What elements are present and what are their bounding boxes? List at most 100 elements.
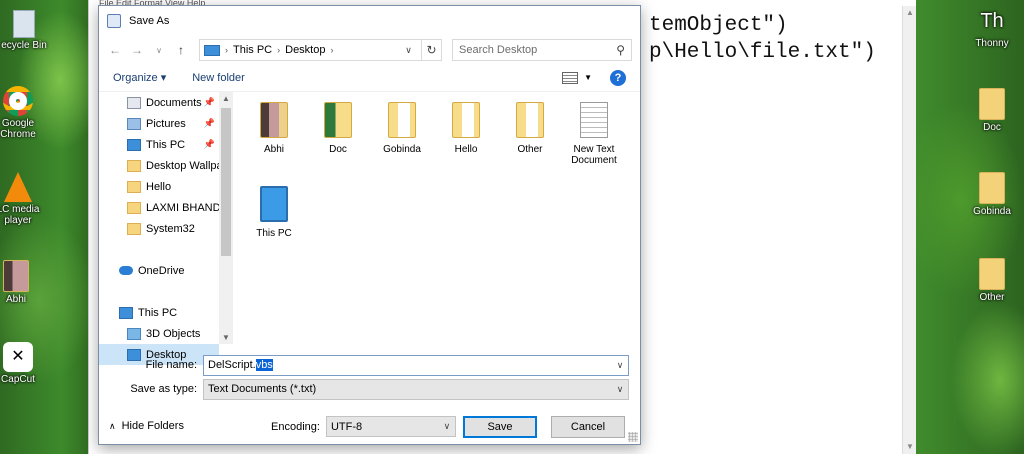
view-options-icon[interactable] xyxy=(562,71,579,84)
pin-icon: 📌 xyxy=(203,97,215,107)
address-bar[interactable]: › This PC › Desktop › ∨ ↻ xyxy=(199,39,442,61)
folder-icon xyxy=(127,180,141,193)
new-folder-button[interactable]: New folder xyxy=(192,72,245,84)
save-button[interactable]: Save xyxy=(463,416,537,438)
nav-item-onedrive[interactable]: OneDrive xyxy=(99,260,219,281)
nav-item-this-pc[interactable]: This PC xyxy=(99,302,219,323)
notepad-scrollbar[interactable]: ▲ ▼ xyxy=(902,6,916,454)
nav-item-system32[interactable]: System32 xyxy=(99,218,219,239)
help-icon[interactable]: ? xyxy=(610,69,626,86)
scroll-up-icon[interactable]: ▲ xyxy=(903,6,917,20)
folder-icon xyxy=(127,201,141,214)
chrome-icon xyxy=(3,86,33,116)
encoding-value: UTF-8 xyxy=(330,420,363,433)
file-item-abhi[interactable]: Abhi xyxy=(241,102,307,155)
file-item-hello[interactable]: Hello xyxy=(433,102,499,155)
save-as-type-row: Save as type: Text Documents (*.txt) ∨ xyxy=(99,378,629,400)
desktop-icon-capcut[interactable]: ✕ CapCut xyxy=(0,342,48,385)
folder-icon xyxy=(260,102,288,138)
desktop-icon-doc[interactable]: Doc xyxy=(962,88,1022,133)
forward-arrow-icon[interactable]: → xyxy=(129,43,145,57)
pc-icon xyxy=(119,306,133,319)
scrollbar-thumb[interactable] xyxy=(221,108,231,256)
save-as-type-value: Text Documents (*.txt) xyxy=(208,383,317,395)
file-name-selection: vbs xyxy=(255,359,273,371)
back-arrow-icon[interactable]: ← xyxy=(107,43,123,57)
recycle-bin-icon xyxy=(13,10,35,38)
desktop-icon-label: CapCut xyxy=(1,374,35,385)
nav-item-hello[interactable]: Hello xyxy=(99,176,219,197)
nav-item-laxmi-bhand[interactable]: LAXMI BHAND xyxy=(99,197,219,218)
folder-icon xyxy=(388,102,416,138)
nav-item-label: Hello xyxy=(146,180,172,193)
file-item-this-pc[interactable]: This PC xyxy=(241,186,307,239)
file-item-new-text-document[interactable]: New Text Document xyxy=(561,102,627,166)
cancel-button[interactable]: Cancel xyxy=(551,416,625,438)
resize-grip-icon[interactable] xyxy=(628,432,638,442)
pin-icon: 📌 xyxy=(203,118,215,128)
nav-item-3d-objects[interactable]: 3D Objects xyxy=(99,323,219,344)
recent-dropdown-icon[interactable]: ∨ xyxy=(151,46,167,55)
navigation-scrollbar[interactable]: ▲ ▼ xyxy=(219,92,233,344)
save-as-type-label-text: Save as type: xyxy=(130,383,197,395)
desktop-icon-other[interactable]: Other xyxy=(962,258,1022,303)
notepad-text[interactable]: temObject") p\Hello\file.txt") xyxy=(649,12,876,66)
desktop-icon-label: Gobinda xyxy=(973,206,1011,217)
save-as-dialog: Save As ← → ∨ ↑ › This PC › Desktop › ∨ … xyxy=(98,5,641,445)
dialog-titlebar[interactable]: Save As xyxy=(99,6,640,36)
nav-item-label: This PC xyxy=(138,306,178,319)
nav-item-documents[interactable]: Documents 📌 xyxy=(99,92,219,113)
view-dropdown-icon[interactable]: ▼ xyxy=(584,73,592,82)
nav-item-this-pc[interactable]: This PC 📌 xyxy=(99,134,219,155)
desktop-icon-label: Abhi xyxy=(5,294,26,305)
nav-item-label: System32 xyxy=(146,222,195,235)
hide-folders-button[interactable]: ∧ Hide Folders xyxy=(109,420,184,432)
save-as-type-select[interactable]: Text Documents (*.txt) ∨ xyxy=(203,378,629,400)
desktop-icon-label: LC media player xyxy=(0,204,40,226)
nav-item-pictures[interactable]: Pictures 📌 xyxy=(99,113,219,134)
file-item-label: New Text Document xyxy=(571,144,617,166)
desktop-icon-gobinda[interactable]: Gobinda xyxy=(962,172,1022,217)
nav-item-label: Desktop Wallpap xyxy=(146,159,219,172)
encoding-select[interactable]: UTF-8 ∨ xyxy=(325,416,456,437)
nav-item-label: OneDrive xyxy=(138,264,185,277)
folder-icon xyxy=(979,172,1005,204)
search-placeholder: Search Desktop xyxy=(459,44,538,56)
up-arrow-icon[interactable]: ↑ xyxy=(173,43,189,57)
nav-item-label: Documents xyxy=(146,96,202,109)
chevron-right-icon: › xyxy=(225,45,228,55)
scroll-up-icon[interactable]: ▲ xyxy=(219,94,233,103)
file-name-input[interactable]: DelScript. vbs ∨ xyxy=(203,354,629,376)
desktop-icon-label: Doc xyxy=(983,122,1001,133)
hide-folders-label: Hide Folders xyxy=(121,420,184,432)
folder-icon xyxy=(324,102,352,138)
desktop-icon-abhi[interactable]: Abhi xyxy=(0,260,46,305)
chevron-down-icon[interactable]: ∨ xyxy=(612,360,628,371)
file-item-label: Abhi xyxy=(263,144,284,155)
notepad-icon xyxy=(107,14,121,28)
file-item-doc[interactable]: Doc xyxy=(305,102,371,155)
address-dropdown-icon[interactable]: ∨ xyxy=(400,44,416,56)
nav-item-label: LAXMI BHAND xyxy=(146,201,219,214)
scroll-down-icon[interactable]: ▼ xyxy=(903,440,917,454)
file-name-prefix: DelScript. xyxy=(208,359,256,371)
breadcrumb-desktop[interactable]: Desktop xyxy=(285,44,325,56)
organize-button[interactable]: Organize ▾ xyxy=(113,71,166,84)
desktop-icon-recycle-bin[interactable]: ecycle Bin xyxy=(0,10,54,51)
desktop-icon-thonny[interactable]: Th Thonny xyxy=(962,6,1022,49)
file-item-label: Gobinda xyxy=(383,144,421,155)
desktop-icon-label: Thonny xyxy=(975,38,1009,49)
breadcrumb-this-pc[interactable]: This PC xyxy=(233,44,272,56)
refresh-icon[interactable]: ↻ xyxy=(421,40,441,60)
file-item-other[interactable]: Other xyxy=(497,102,563,155)
nav-item-desktop-wallpap[interactable]: Desktop Wallpap xyxy=(99,155,219,176)
dialog-title: Save As xyxy=(129,15,170,27)
cloud-icon xyxy=(119,266,133,275)
search-input[interactable]: Search Desktop ⚲ xyxy=(452,39,632,61)
desktop-icon-chrome[interactable]: Google Chrome xyxy=(0,86,48,140)
scroll-down-icon[interactable]: ▼ xyxy=(219,333,233,342)
chevron-down-icon: ∨ xyxy=(443,421,451,431)
desktop-icon-vlc[interactable]: LC media player xyxy=(0,172,48,226)
file-name-label-text: File name: xyxy=(145,359,197,371)
file-item-gobinda[interactable]: Gobinda xyxy=(369,102,435,155)
